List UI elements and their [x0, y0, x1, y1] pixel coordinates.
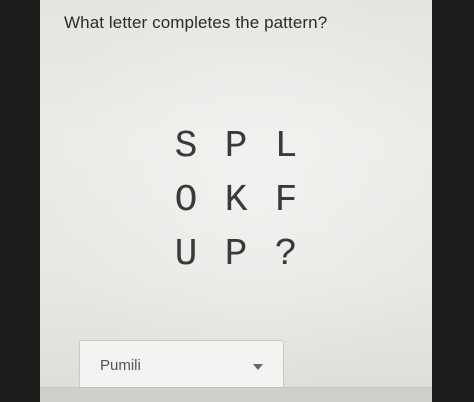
quiz-screen: What letter completes the pattern? S P L… [40, 0, 432, 402]
device-frame: What letter completes the pattern? S P L… [0, 0, 474, 402]
grid-cell: L [274, 125, 298, 168]
grid-cell: K [224, 179, 248, 222]
bottom-bar [40, 387, 432, 402]
grid-cell: F [274, 179, 298, 222]
grid-cell: O [174, 179, 198, 222]
chevron-down-icon [253, 364, 263, 370]
grid-cell: U [174, 233, 198, 276]
grid-cell-unknown: ? [274, 233, 298, 276]
answer-select-value: Pumili [100, 357, 141, 374]
grid-cell: S [174, 125, 198, 168]
letter-grid: S P L O K F U P ? [161, 122, 311, 282]
question-text: What letter completes the pattern? [64, 13, 328, 32]
grid-cell: P [224, 233, 248, 276]
answer-select[interactable]: Pumili [79, 340, 284, 390]
grid-cell: P [224, 125, 248, 168]
